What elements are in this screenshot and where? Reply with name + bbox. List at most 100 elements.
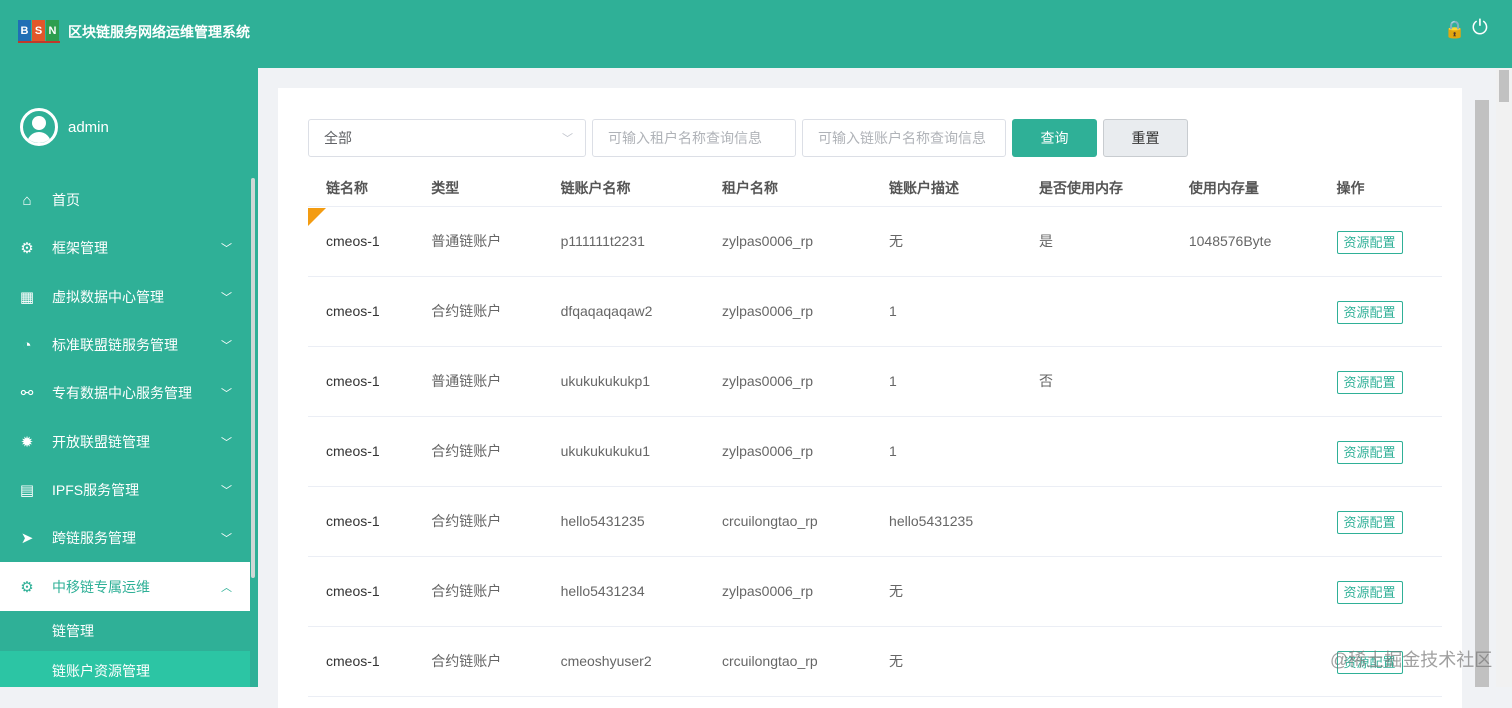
resource-config-button[interactable]: 资源配置: [1336, 230, 1403, 254]
table-cell: ukukukukukp1: [542, 346, 704, 417]
table-cell: [1021, 626, 1171, 697]
menu-icon: ▤: [19, 481, 35, 499]
sidebar-item[interactable]: ✹ 开放联盟链管理 ﹀: [0, 417, 250, 465]
table-cell: zylpas0006_rp: [703, 276, 872, 347]
menu-icon: ➤: [20, 530, 34, 548]
table-cell: cmeos-1: [308, 626, 414, 697]
table-cell: [1170, 416, 1319, 487]
table-cell: 合约链账户: [413, 416, 543, 487]
chevron-down-icon: ﹀: [221, 484, 232, 497]
page-scrollbar-thumb[interactable]: [1499, 70, 1509, 102]
cell-action: 资源配置: [1318, 416, 1442, 487]
table-cell: cmeoshyuser2: [542, 626, 704, 697]
table-cell: 合约链账户: [413, 626, 543, 697]
sidebar-item[interactable]: ▦ 虚拟数据中心管理 ﹀: [0, 273, 250, 321]
logo-letter: B: [18, 20, 31, 41]
column-header: 租户名称: [703, 170, 872, 207]
sidebar: admin ⌂ 首页 ⚙ 框架管理 ﹀ ▦ 虚拟数据中心管理 ﹀ ◔ 标准联盟链服务管理 ﹀ ⚯ 专有数…: [0, 68, 258, 687]
resource-config-button[interactable]: 资源配置: [1336, 370, 1403, 394]
lock-icon[interactable]: 🔒: [1444, 20, 1465, 40]
chevron-down-icon: ﹀: [221, 291, 232, 304]
resource-config-button[interactable]: 资源配置: [1336, 510, 1403, 534]
logo-letter: N: [46, 20, 59, 41]
sidebar-item[interactable]: ➤ 跨链服务管理 ﹀: [0, 514, 250, 562]
sidebar-item-label: 虚拟数据中心管理: [52, 288, 164, 305]
table-cell: 否: [1021, 346, 1171, 417]
cell-action: 资源配置: [1318, 556, 1442, 627]
type-select[interactable]: 全部 ﹀: [308, 119, 586, 157]
chevron-up-icon: ︿: [221, 581, 232, 594]
sidebar-item[interactable]: ⚙ 中移链专属运维 ︿: [0, 562, 250, 611]
sidebar-item[interactable]: ⌂ 首页: [0, 176, 250, 224]
resource-config-button[interactable]: 资源配置: [1336, 300, 1403, 324]
sidebar-menu: ⌂ 首页 ⚙ 框架管理 ﹀ ▦ 虚拟数据中心管理 ﹀ ◔ 标准联盟链服务管理 ﹀ ⚯ 专有数据中心服务管…: [0, 176, 250, 687]
menu-icon: ◔: [22, 336, 32, 354]
table-cell: [1021, 556, 1171, 627]
sidebar-item[interactable]: ◔ 标准联盟链服务管理 ﹀: [0, 321, 250, 369]
table-cell: 无: [871, 626, 1022, 697]
account-search-input[interactable]: 可输入链账户名称查询信息: [802, 119, 1006, 157]
row-marker: [308, 208, 326, 226]
column-header: 类型: [413, 170, 543, 207]
table-row: cmeos-1 合约链账户 ukukukukuku1 zylpas0006_rp 1 资源…: [308, 416, 1442, 487]
table-row: cmeos-1 合约链账户 dfqaqaqaqaw2 zylpas0006_rp 1 资源…: [308, 276, 1442, 347]
table-cell: cmeos-1: [308, 276, 414, 347]
query-button[interactable]: 查询: [1012, 119, 1097, 157]
resource-config-button[interactable]: 资源配置: [1336, 580, 1403, 604]
table-cell: zylpas0006_rp: [703, 556, 872, 627]
table-cell: 无: [871, 556, 1022, 627]
table-cell: hello5431235: [542, 486, 704, 557]
chevron-down-icon: ﹀: [221, 340, 232, 353]
table-cell: [1170, 556, 1319, 627]
bsn-logo: B S N: [18, 20, 60, 43]
table-cell: 普通链账户: [413, 346, 543, 417]
avatar: [20, 108, 58, 146]
power-icon[interactable]: ⏻: [1472, 17, 1488, 40]
sidebar-item-label: 中移链专属运维: [52, 578, 150, 595]
table-cell: 无: [871, 206, 1022, 277]
menu-icon: ▦: [19, 288, 35, 306]
sidebar-item-label: 专有数据中心服务管理: [52, 385, 192, 402]
sidebar-item-label: 框架管理: [52, 240, 108, 257]
table-cell: cmeos-1: [308, 346, 414, 417]
column-header: 是否使用内存: [1021, 170, 1171, 207]
table-cell: cmeos-1: [308, 486, 414, 557]
table-row: cmeos-1 普通链账户 p111111t2231 zylpas0006_rp 无是 1…: [308, 206, 1442, 277]
table-cell: [1021, 486, 1171, 557]
sidebar-item[interactable]: ⚯ 专有数据中心服务管理 ﹀: [0, 369, 250, 417]
submenu-item[interactable]: 链账户资源管理: [0, 650, 250, 687]
user-profile: admin: [20, 108, 109, 146]
reset-button[interactable]: 重置: [1103, 119, 1188, 157]
table-cell: 1048576Byte: [1170, 206, 1319, 277]
table-cell: [1170, 346, 1319, 417]
submenu-item[interactable]: 链管理: [0, 610, 250, 651]
table-cell: [1170, 486, 1319, 557]
sidebar-item-label: 开放联盟链管理: [52, 433, 150, 450]
sidebar-item-label: 首页: [52, 192, 80, 209]
table-cell: ukukukukuku1: [542, 416, 704, 487]
menu-icon: ⚙: [20, 240, 34, 258]
content-scrollbar[interactable]: [1475, 100, 1489, 687]
menu-icon: ⌂: [22, 191, 32, 209]
username: admin: [68, 118, 109, 136]
table-cell: hello5431234: [542, 556, 704, 627]
type-select-value: 全部: [324, 130, 352, 146]
column-header: 链账户描述: [871, 170, 1022, 207]
resource-config-button[interactable]: 资源配置: [1336, 440, 1403, 464]
page-scrollbar[interactable]: [1496, 68, 1512, 687]
content-panel: 全部 ﹀ 可输入租户名称查询信息 可输入链账户名称查询信息 查询 重置 链名称 类型…: [278, 88, 1462, 708]
table-cell: crcuilongtao_rp: [703, 486, 872, 557]
sidebar-scrollbar[interactable]: [251, 178, 255, 578]
cell-action: 资源配置: [1318, 276, 1442, 347]
sidebar-item[interactable]: ▤ IPFS服务管理 ﹀: [0, 466, 250, 514]
table-row: cmeos-1 合约链账户 hello5431234 zylpas0006_rp 无 资源…: [308, 556, 1442, 627]
table-cell: 合约链账户: [413, 556, 543, 627]
table-cell: [1170, 276, 1319, 347]
column-header: 操作: [1318, 170, 1442, 207]
sidebar-item-label: 标准联盟链服务管理: [52, 337, 178, 354]
tenant-search-input[interactable]: 可输入租户名称查询信息: [592, 119, 796, 157]
column-header: 使用内存量: [1170, 170, 1319, 207]
table-cell: 1: [871, 416, 1022, 487]
sidebar-item[interactable]: ⚙ 框架管理 ﹀: [0, 224, 250, 272]
table-cell: crcuilongtao_rp: [703, 626, 872, 697]
